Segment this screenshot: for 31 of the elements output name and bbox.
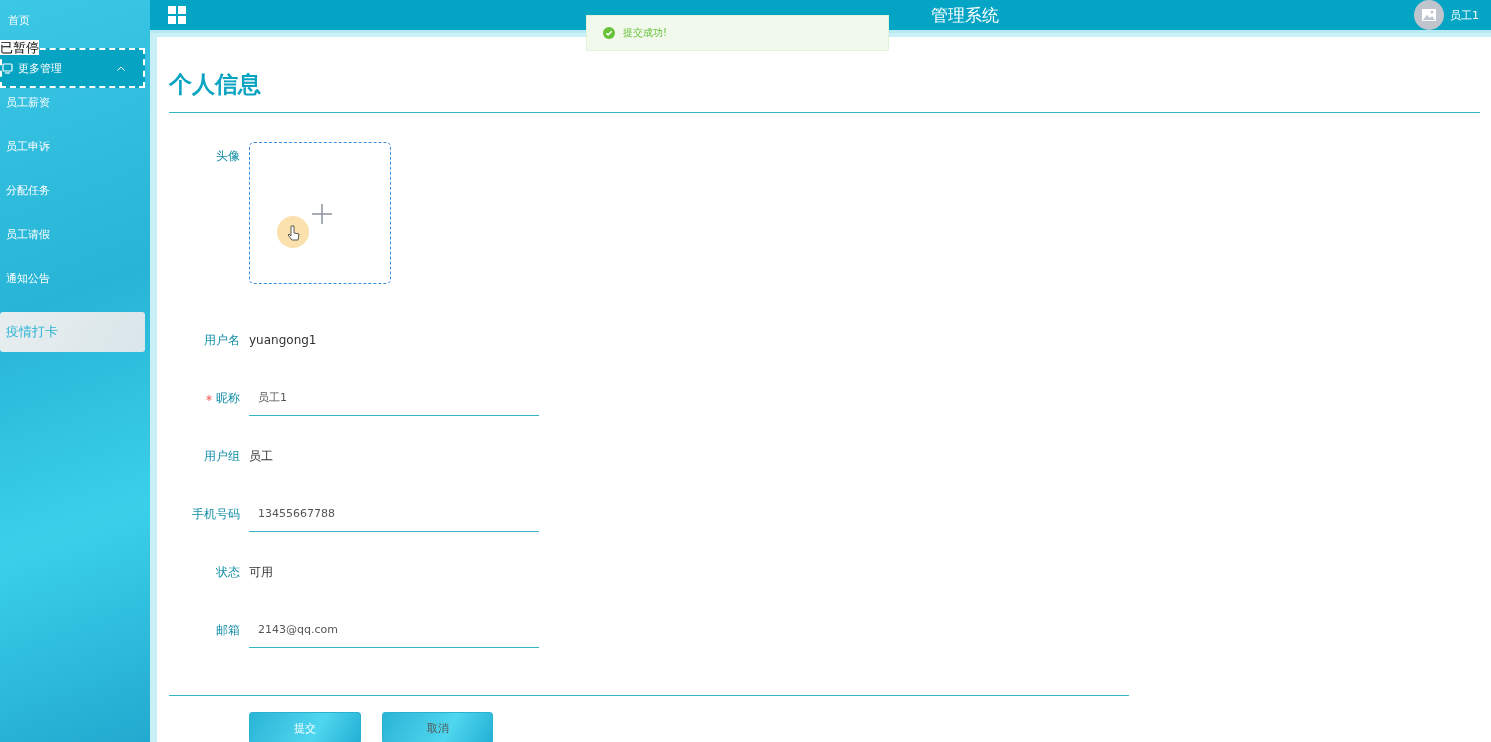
page-title: 个人信息 xyxy=(169,65,1480,113)
monitor-icon xyxy=(2,62,13,74)
menu-item[interactable]: 首页 xyxy=(0,10,150,32)
field-label: 用户名 xyxy=(204,332,240,349)
grid-menu-icon[interactable] xyxy=(168,6,186,24)
check-icon xyxy=(603,27,615,39)
system-title: 管理系统 xyxy=(930,3,1000,27)
plus-icon xyxy=(312,204,332,224)
menu-item[interactable]: 分配任务 xyxy=(0,180,150,224)
cancel-button[interactable]: 取消 xyxy=(382,712,493,742)
menu-item[interactable]: 员工薪资 xyxy=(0,92,150,136)
field-label: 手机号码 xyxy=(192,506,240,523)
field-label: 状态 xyxy=(216,564,240,581)
menu-item[interactable]: 员工申诉 xyxy=(0,136,150,180)
avatar-icon[interactable] xyxy=(1414,0,1444,30)
field-value: 员工 xyxy=(249,448,273,465)
cursor-pointer-icon xyxy=(277,216,309,248)
submit-button[interactable]: 提交 xyxy=(249,712,361,742)
toast-message: 提交成功! xyxy=(623,26,667,40)
user-name[interactable]: 员工1 xyxy=(1450,7,1479,23)
field-value: yuangong1 xyxy=(249,332,317,349)
avatar-upload-box[interactable] xyxy=(249,142,391,284)
menu-item[interactable]: 员工请假 xyxy=(0,224,150,268)
field-label: 头像 xyxy=(216,148,240,165)
paused-label: 已暂停 xyxy=(0,40,39,55)
field-label: 昵称 xyxy=(216,390,240,407)
caret-icon xyxy=(117,65,125,71)
menu-item[interactable]: 通知公告 xyxy=(0,268,150,312)
field-label: 邮箱 xyxy=(216,622,240,639)
field-value: 可用 xyxy=(249,564,273,581)
field-label: 用户组 xyxy=(204,448,240,465)
